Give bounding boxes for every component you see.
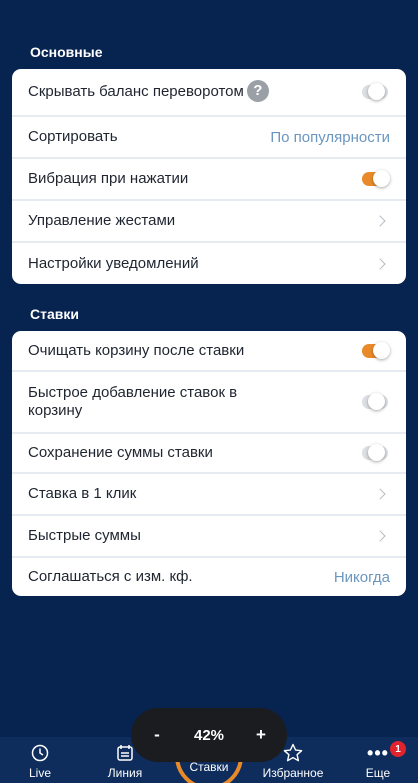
- clock-icon: [31, 742, 49, 764]
- row-label: Соглашаться с изм. кф.: [28, 568, 193, 585]
- settings-card-bets: Очищать корзину после ставки Быстрое доб…: [12, 331, 406, 596]
- zoom-out-button[interactable]: -: [151, 725, 163, 745]
- section-title-bets: Ставки: [30, 306, 79, 322]
- hide-balance-toggle[interactable]: [362, 83, 388, 100]
- calendar-icon: [117, 742, 133, 764]
- quick-add-toggle[interactable]: [362, 393, 388, 410]
- row-quick-sums[interactable]: Быстрые суммы: [12, 516, 406, 558]
- save-amount-toggle[interactable]: [362, 444, 388, 461]
- row-label: Очищать корзину после ставки: [28, 341, 245, 359]
- toggle-knob: [368, 393, 385, 410]
- question-icon[interactable]: ?: [246, 80, 269, 102]
- more-icon: •••: [367, 742, 389, 763]
- zoom-control: - 42% +: [131, 708, 287, 762]
- nav-label: Избранное: [262, 766, 324, 780]
- row-label: Быстрое добавление ставок в корзину: [28, 384, 238, 419]
- row-label: Сохранение суммы ставки: [28, 444, 213, 461]
- accept-odds-value[interactable]: Никогда: [334, 569, 390, 586]
- row-hide-balance[interactable]: Скрывать баланс переворотом?: [12, 69, 406, 117]
- chevron-right-icon: [374, 530, 386, 542]
- chevron-right-icon: [374, 488, 386, 500]
- row-label: Сортировать: [28, 128, 118, 145]
- zoom-level: 42%: [193, 726, 225, 744]
- notification-badge: 1: [390, 741, 406, 757]
- toggle-knob: [373, 341, 390, 359]
- row-label: Вибрация при нажатии: [28, 170, 189, 187]
- row-label: Управление жестами: [28, 212, 176, 229]
- nav-item-live[interactable]: Live: [5, 737, 75, 783]
- row-label: Настройки уведомлений: [28, 254, 199, 272]
- settings-card-main: Скрывать баланс переворотом? Сортировать…: [12, 69, 406, 284]
- chevron-right-icon: [374, 215, 386, 227]
- nav-label: Live: [28, 766, 51, 780]
- row-gestures[interactable]: Управление жестами: [12, 201, 406, 243]
- nav-label: Еще: [365, 766, 391, 780]
- row-vibration[interactable]: Вибрация при нажатии: [12, 159, 406, 201]
- row-accept-odds[interactable]: Соглашаться с изм. кф. Никогда: [12, 558, 406, 596]
- zoom-in-button[interactable]: +: [255, 725, 267, 745]
- chevron-right-icon: [374, 257, 386, 270]
- star-icon: [283, 742, 303, 764]
- row-quick-add[interactable]: Быстрое добавление ставок в корзину: [12, 372, 406, 434]
- vibration-toggle[interactable]: [362, 170, 390, 187]
- row-notifications[interactable]: Настройки уведомлений: [12, 243, 406, 284]
- row-label: Скрывать баланс переворотом: [28, 82, 244, 100]
- row-label: Быстрые суммы: [28, 527, 141, 544]
- nav-label: Линия: [107, 766, 143, 780]
- sort-value[interactable]: По популярности: [270, 129, 390, 146]
- row-one-click[interactable]: Ставка в 1 клик: [12, 474, 406, 516]
- row-sort[interactable]: Сортировать По популярности: [12, 117, 406, 159]
- row-clear-cart[interactable]: Очищать корзину после ставки: [12, 331, 406, 372]
- section-title-main: Основные: [30, 44, 103, 60]
- toggle-knob: [368, 444, 385, 461]
- row-label: Ставка в 1 клик: [28, 485, 137, 502]
- nav-label: Ставки: [189, 760, 229, 774]
- toggle-knob: [368, 83, 385, 100]
- row-save-amount[interactable]: Сохранение суммы ставки: [12, 434, 406, 474]
- toggle-knob: [373, 170, 390, 187]
- clear-cart-toggle[interactable]: [362, 341, 390, 359]
